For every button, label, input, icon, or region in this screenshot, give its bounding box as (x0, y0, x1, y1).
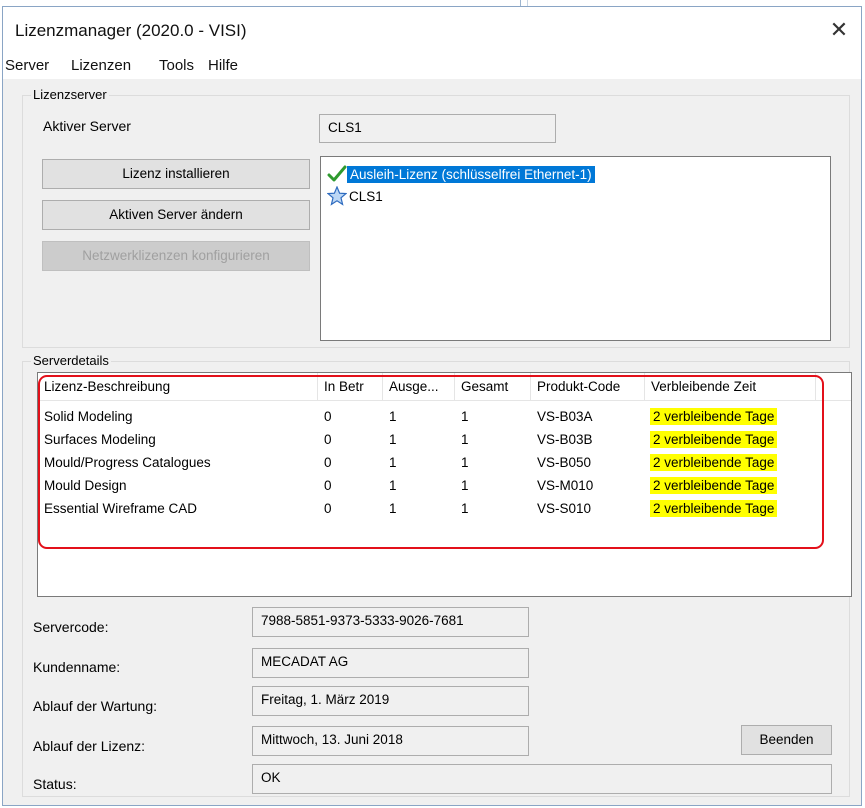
license-manager-dialog: Lizenzmanager (2020.0 - VISI) ✕ Server L… (2, 6, 862, 806)
server-list-item-label: CLS1 (349, 188, 383, 204)
table-cell-in-use[interactable]: 0 (324, 478, 332, 493)
table-cell-total[interactable]: 1 (461, 455, 469, 470)
table-cell-in-use[interactable]: 0 (324, 501, 332, 516)
table-cell-in-use[interactable]: 0 (324, 455, 332, 470)
kundenname-label: Kundenname: (33, 659, 121, 675)
wartung-label: Ablauf der Wartung: (33, 698, 157, 714)
column-header-product-code[interactable]: Produkt-Code (531, 373, 645, 401)
table-cell-description[interactable]: Surfaces Modeling (44, 432, 156, 447)
menu-lizenzen[interactable]: Lizenzen (71, 57, 131, 74)
table-cell-remaining-time[interactable]: 2 verbleibende Tage (650, 454, 778, 471)
server-list[interactable]: Ausleih-Lizenz (schlüsselfrei Ethernet-1… (320, 156, 831, 341)
change-active-server-button[interactable]: Aktiven Server ändern (42, 200, 310, 230)
table-cell-issued[interactable]: 1 (389, 409, 397, 424)
server-list-item-borrow-license[interactable]: Ausleih-Lizenz (schlüsselfrei Ethernet-1… (327, 163, 595, 185)
lizenz-ablauf-field: Mittwoch, 13. Juni 2018 (252, 726, 529, 756)
column-header-description[interactable]: Lizenz-Beschreibung (38, 373, 318, 401)
checkmark-icon (327, 165, 347, 182)
lizenzserver-group-label: Lizenzserver (31, 87, 109, 102)
table-cell-total[interactable]: 1 (461, 501, 469, 516)
serverdetails-group: Serverdetails Lizenz-Beschreibung In Bet… (22, 353, 852, 797)
column-header-filler (816, 373, 851, 401)
table-cell-description[interactable]: Mould/Progress Catalogues (44, 455, 211, 470)
column-header-issued[interactable]: Ausge... (383, 373, 455, 401)
active-server-field: CLS1 (319, 114, 556, 143)
table-cell-issued[interactable]: 1 (389, 432, 397, 447)
table-cell-description[interactable]: Essential Wireframe CAD (44, 501, 197, 516)
table-cell-product-code[interactable]: VS-B03A (537, 409, 593, 424)
table-cell-product-code[interactable]: VS-S010 (537, 501, 591, 516)
star-icon (327, 186, 347, 206)
column-header-total[interactable]: Gesamt (455, 373, 531, 401)
column-header-in-use[interactable]: In Betr (318, 373, 383, 401)
column-header-remaining-time[interactable]: Verbleibende Zeit (645, 373, 816, 401)
active-server-label: Aktiver Server (43, 118, 131, 134)
table-cell-remaining-time[interactable]: 2 verbleibende Tage (650, 431, 778, 448)
table-cell-issued[interactable]: 1 (389, 501, 397, 516)
lizenz-ablauf-label: Ablauf der Lizenz: (33, 738, 146, 754)
kundenname-field: MECADAT AG (252, 648, 529, 678)
serverdetails-group-label: Serverdetails (31, 353, 111, 368)
table-cell-description[interactable]: Solid Modeling (44, 409, 133, 424)
exit-button[interactable]: Beenden (741, 725, 832, 755)
license-table[interactable]: Lizenz-Beschreibung In Betr Ausge... Ges… (37, 372, 852, 597)
configure-network-licenses-button[interactable]: Netzwerklizenzen konfigurieren (42, 241, 310, 271)
table-cell-remaining-time[interactable]: 2 verbleibende Tage (650, 477, 778, 494)
table-cell-in-use[interactable]: 0 (324, 409, 332, 424)
server-list-item-cls1[interactable]: CLS1 (327, 185, 383, 207)
servercode-field: 7988-5851-9373-5333-9026-7681 (252, 607, 529, 637)
menu-hilfe[interactable]: Hilfe (208, 57, 238, 74)
title-bar: Lizenzmanager (2020.0 - VISI) ✕ (3, 7, 861, 53)
install-license-button[interactable]: Lizenz installieren (42, 159, 310, 189)
table-cell-product-code[interactable]: VS-B050 (537, 455, 591, 470)
table-cell-total[interactable]: 1 (461, 409, 469, 424)
table-cell-in-use[interactable]: 0 (324, 432, 332, 447)
table-cell-total[interactable]: 1 (461, 432, 469, 447)
window-title: Lizenzmanager (2020.0 - VISI) (15, 21, 247, 40)
menu-server[interactable]: Server (5, 57, 49, 74)
menu-bar: Server Lizenzen Tools Hilfe (3, 53, 861, 79)
table-cell-product-code[interactable]: VS-B03B (537, 432, 593, 447)
table-cell-remaining-time[interactable]: 2 verbleibende Tage (650, 500, 778, 517)
server-list-item-label: Ausleih-Lizenz (schlüsselfrei Ethernet-1… (347, 165, 595, 183)
table-cell-product-code[interactable]: VS-M010 (537, 478, 593, 493)
table-cell-remaining-time[interactable]: 2 verbleibende Tage (650, 408, 778, 425)
table-cell-issued[interactable]: 1 (389, 478, 397, 493)
table-cell-issued[interactable]: 1 (389, 455, 397, 470)
table-cell-total[interactable]: 1 (461, 478, 469, 493)
menu-tools[interactable]: Tools (159, 57, 194, 74)
close-icon[interactable]: ✕ (817, 7, 861, 53)
lizenzserver-group: Lizenzserver Aktiver Server CLS1 Lizenz … (22, 87, 850, 348)
status-field: OK (252, 764, 832, 794)
servercode-label: Servercode: (33, 619, 109, 635)
table-cell-description[interactable]: Mould Design (44, 478, 127, 493)
wartung-field: Freitag, 1. März 2019 (252, 686, 529, 716)
status-label: Status: (33, 776, 77, 792)
